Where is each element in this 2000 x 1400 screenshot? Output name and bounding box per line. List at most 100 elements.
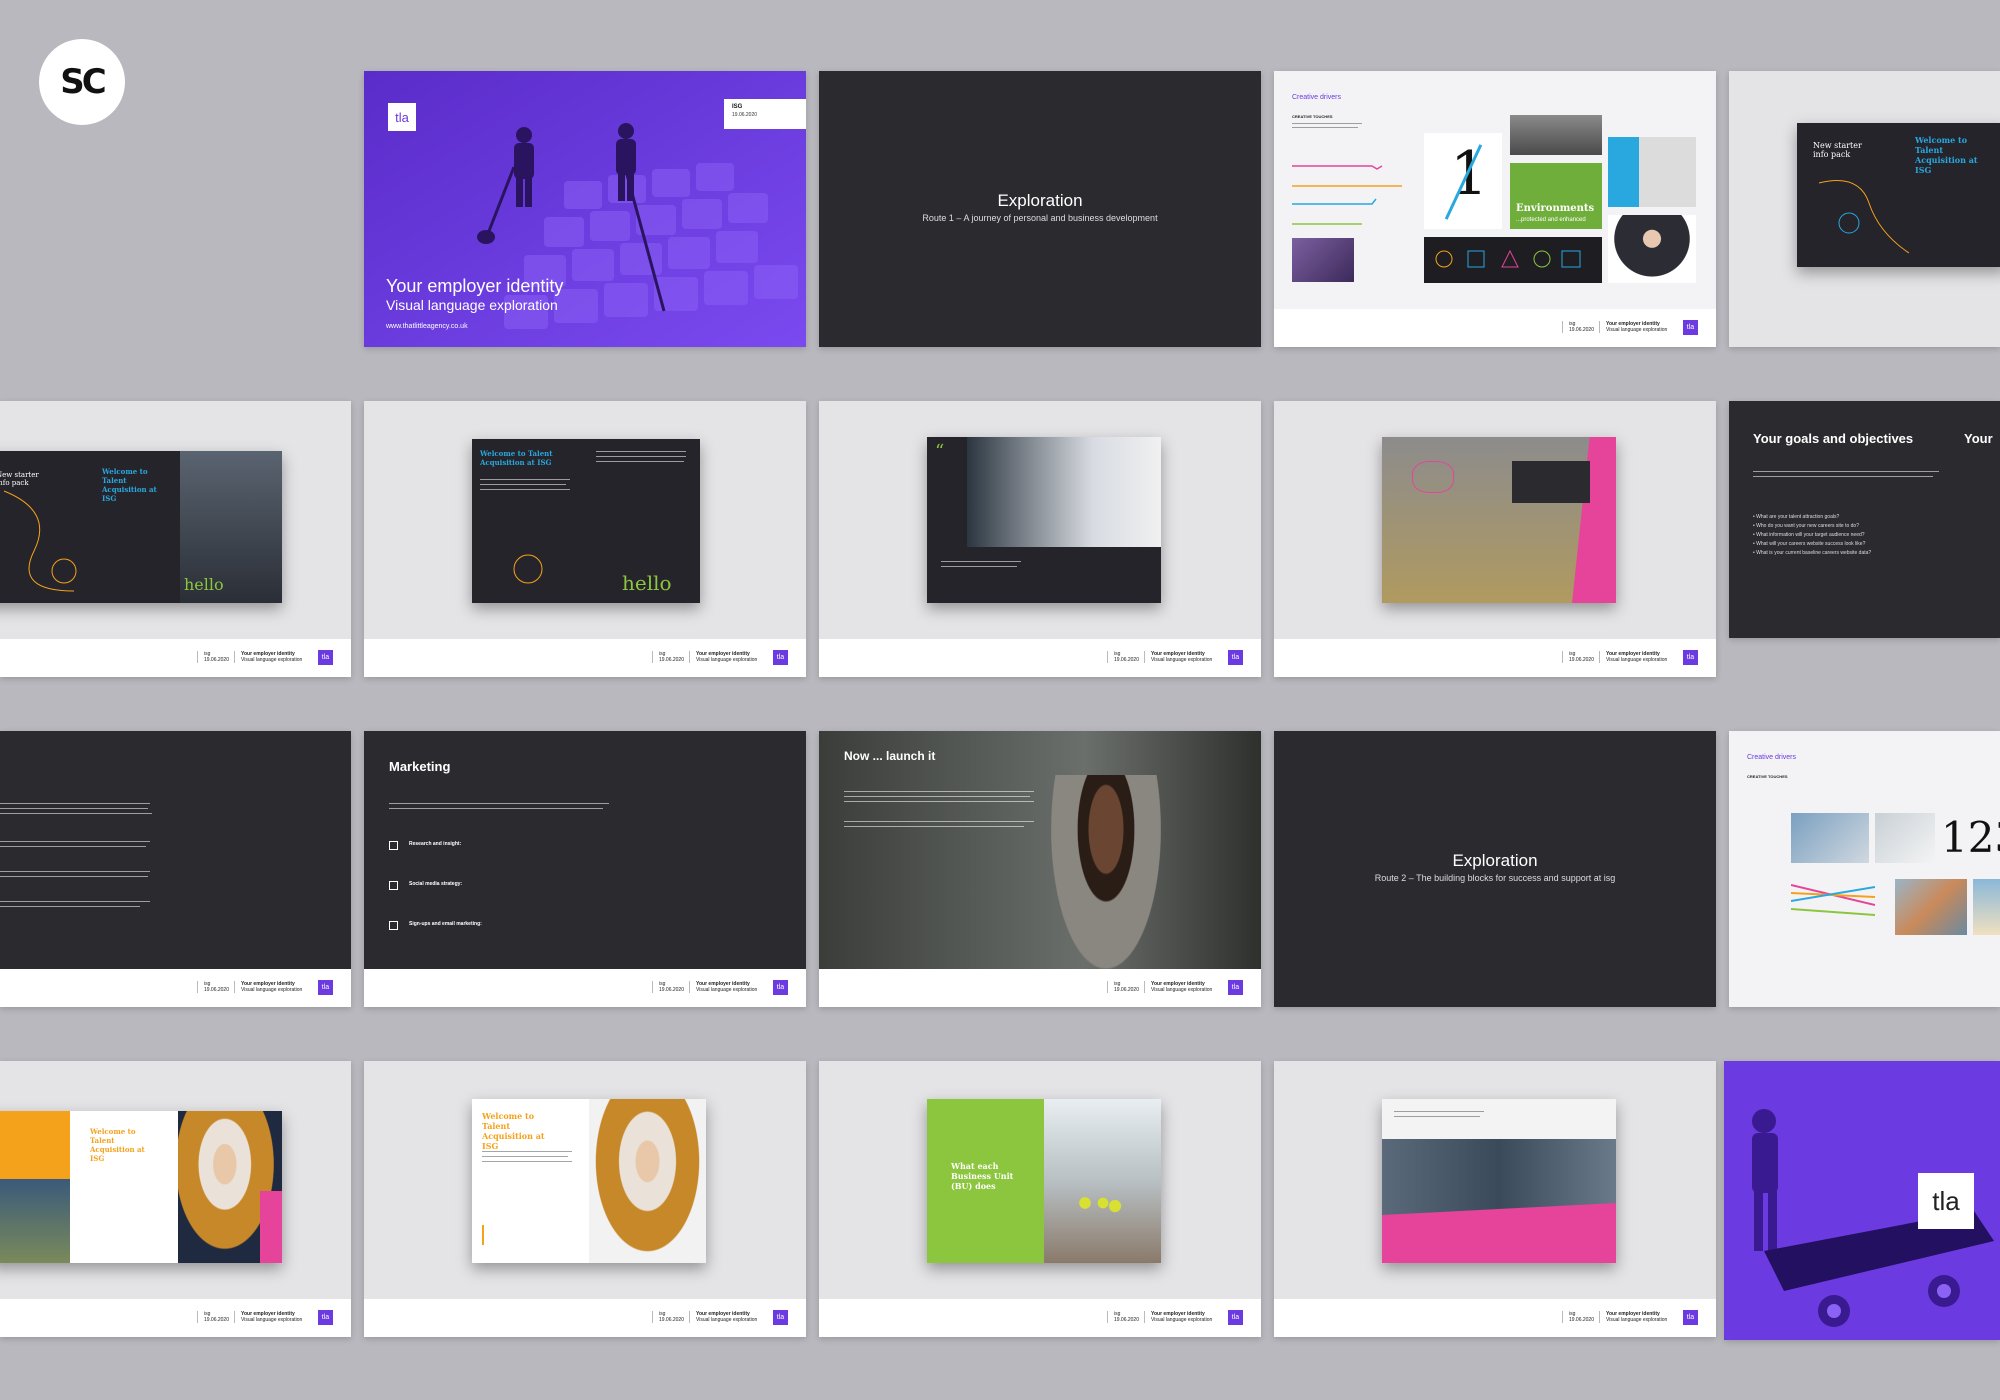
checklist-item[interactable]: Research and insight: [389,841,629,881]
footer-doc-sub: Visual language exploration [1606,327,1668,333]
collage-photo [1895,879,1967,935]
pink-spread [1382,1099,1616,1263]
launch-text [844,791,1034,792]
starter-line-art [1818,180,1910,254]
slide-footer: isg 19.06.2020 Your employer identity Visu… [1274,639,1716,677]
environments-subtitle: ...protected and enhanced [1516,217,1586,223]
footer-client: isg 19.06.2020 [651,981,684,993]
slide-welcome-spread-mockup[interactable]: Welcome to Talent Acquisition at ISG hel… [364,401,806,677]
launch-text [844,826,1024,827]
body-text [596,461,684,462]
slide-meeting-spread-mockup[interactable]: “ isg 19.06.2020 Your employer identity Vi… [819,401,1261,677]
checkbox-icon[interactable] [389,921,398,930]
woman-figure [1051,775,1161,969]
launch-title: Now ... launch it [844,749,936,763]
climber-photo [1973,879,2000,935]
slide-footer: isg 19.06.2020 Your employer identity Visu… [1274,309,1716,347]
footer-date: 19.06.2020 [1568,657,1594,663]
footer-doc: Your employer identity Visual language ex… [689,981,764,993]
slide-pink-spread-mockup[interactable]: isg 19.06.2020 Your employer identity Visu… [1274,1061,1716,1337]
slide-ending[interactable]: tla [1724,1061,2000,1340]
goals-bullet-text: What is your current baseline careers we… [1756,550,1872,556]
slide-cover[interactable]: tla ISG 19.06.2020 Your employer identit… [364,71,806,347]
slide-launch[interactable]: Now ... launch it isg 19.06.2020 Your emp… [819,731,1261,1007]
person-laptop-image [1292,238,1354,282]
footer-client: isg 19.06.2020 [196,981,229,993]
slide-exploration-2[interactable]: Exploration Route 2 – The building block… [1274,731,1716,1007]
footer-date: 19.06.2020 [1568,327,1594,333]
goals-bullet: • What will your careers website success… [1753,541,1866,547]
creative-heading: CREATIVE TOUCHES [1292,114,1333,119]
launch-text [844,821,1034,822]
footer-doc: Your employer identity Visual language ex… [1144,1311,1219,1323]
meeting-spread: “ [927,437,1161,603]
checkbox-icon[interactable] [389,841,398,850]
cover-url[interactable]: www.thatlittleagency.co.uk [386,323,468,330]
slide-starter-cover-mockup[interactable]: New starter info pack Welcome to Talent … [1729,71,2000,347]
hello-lettering: hello [184,575,224,594]
footer-date: 19.06.2020 [1113,1317,1139,1323]
design-text [0,901,150,902]
goals-intro [1753,476,1933,477]
design-text [0,813,152,814]
journey-lines-graphic [1292,165,1402,225]
orange-panel [0,1111,70,1179]
footer-doc: Your employer identity Visual language ex… [689,1311,764,1323]
ending-badge: tla [1918,1173,1974,1229]
slide-creative-drivers-1[interactable]: Creative drivers CREATIVE TOUCHES 1 Envi… [1274,71,1716,347]
goals-title-2: Your [1964,431,1993,446]
footer-date: 19.06.2020 [1568,1317,1594,1323]
slide-design-text[interactable]: isg 19.06.2020 Your employer identity Visu… [0,731,351,1007]
goals-bullet: • Who do you want your new careers site … [1753,523,1859,529]
footer-date: 19.06.2020 [1113,657,1139,663]
slide-starter-spread-mockup[interactable]: New starter info pack Welcome to Talent … [0,401,351,677]
checkbox-icon[interactable] [389,881,398,890]
footer-doc-sub: Visual language exploration [1606,657,1668,663]
footer-doc-sub: Visual language exploration [696,987,758,993]
numbers-graphic: 1234 [1941,813,2000,862]
slide-footer: isg 19.06.2020 Your employer identity Visu… [364,969,806,1007]
footer-date: 19.06.2020 [1113,987,1139,993]
footer-doc: Your employer identity Visual language ex… [234,651,309,663]
slide-construction-spread-mockup[interactable]: isg 19.06.2020 Your employer identity Visu… [1274,401,1716,677]
slide-creative-drivers-2[interactable]: Creative drivers CREATIVE TOUCHES 1234 [1729,731,2000,1007]
footer-date: 19.06.2020 [658,657,684,663]
orange-spread: Welcome to Talent Acquisition at ISG [0,1111,282,1263]
footer-badge: tla [1228,1310,1243,1325]
goals-title: Your goals and objectives [1753,431,1914,446]
goals-bullet-text: What are your talent attraction goals? [1756,514,1840,520]
starter-line-art [3,490,77,592]
welcome-white-spread: Welcome to Talent Acquisition at ISG [472,1099,706,1263]
slide-marketing[interactable]: Marketing Research and insight: Social m… [364,731,806,1007]
body-text [482,1156,568,1157]
slide-footer: isg 19.06.2020 Your employer identity Visu… [819,1299,1261,1337]
exploration-subtitle: Route 1 – A journey of personal and busi… [922,213,1158,223]
footer-badge: tla [1228,650,1243,665]
welcome-heading: Welcome to Talent Acquisition at ISG [90,1127,145,1163]
checklist-item[interactable]: Sign-ups and email marketing: [389,921,629,961]
slide-welcome-white-mockup[interactable]: Welcome to Talent Acquisition at ISG isg… [364,1061,806,1337]
slide-bu-spread-mockup[interactable]: What each Business Unit (BU) does isg 19.… [819,1061,1261,1337]
creative-label: Creative drivers [1747,754,1797,761]
footer-doc-sub: Visual language exploration [696,1317,758,1323]
hello-lettering: hello [622,571,672,595]
studio-logo[interactable]: SC [39,39,125,125]
checklist-label: Social media strategy: [409,881,463,887]
slide-exploration-1[interactable]: Exploration Route 1 – A journey of perso… [819,71,1261,347]
welcome-spread: Welcome to Talent Acquisition at ISG hel… [472,439,700,603]
footer-doc-sub: Visual language exploration [1151,987,1213,993]
environments-title: Environments [1516,203,1595,214]
slide-goals[interactable]: Your goals and objectives Your • What ar… [1729,401,2000,638]
welcome-heading: Welcome to Talent Acquisition at ISG [1915,135,1978,175]
body-text [1394,1116,1480,1117]
marketing-intro [389,808,603,809]
design-text [0,846,146,847]
slide-footer: isg 19.06.2020 Your employer identity Visu… [0,1299,351,1337]
checklist-item[interactable]: Social media strategy: [389,881,629,921]
slide-orange-spread-mockup[interactable]: Welcome to Talent Acquisition at ISG isg… [0,1061,351,1337]
footer-doc: Your employer identity Visual language ex… [1599,651,1674,663]
footer-date: 19.06.2020 [203,657,229,663]
slide-footer: isg 19.06.2020 Your employer identity Visu… [364,639,806,677]
slide-footer: isg 19.06.2020 Your employer identity Visu… [819,969,1261,1007]
creative-label: Creative drivers [1292,94,1342,101]
